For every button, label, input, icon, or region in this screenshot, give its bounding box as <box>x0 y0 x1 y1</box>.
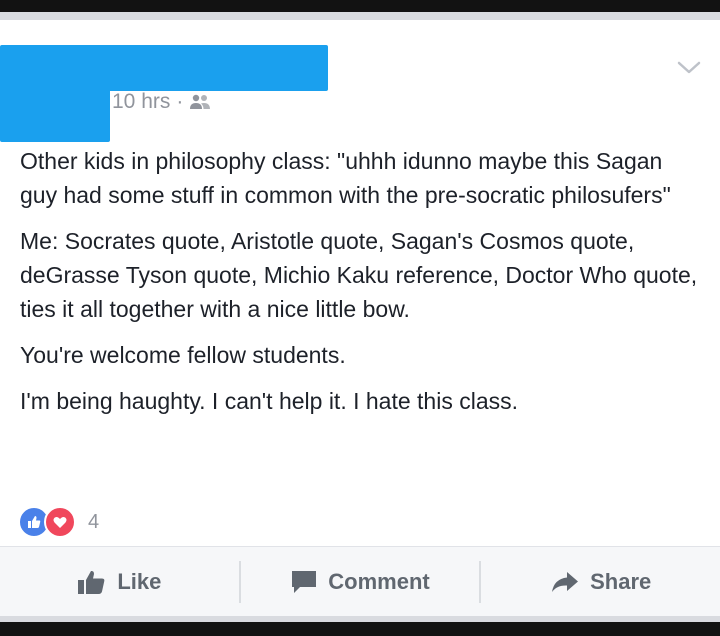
post-card: 10 hrs · Other kids in philosophy class:… <box>0 20 720 546</box>
friends-icon[interactable] <box>189 93 211 111</box>
share-arrow-icon <box>552 572 579 592</box>
love-reaction-icon <box>44 506 76 538</box>
redacted-avatar <box>0 82 110 142</box>
post-paragraph-3: You're welcome fellow students. <box>20 342 346 368</box>
like-button[interactable]: Like <box>0 547 239 617</box>
post-text: Other kids in philosophy class: "uhhh id… <box>20 144 700 430</box>
post-timestamp[interactable]: 10 hrs <box>112 90 170 114</box>
comment-label: Comment <box>328 569 430 594</box>
reaction-summary[interactable]: 4 <box>18 506 99 538</box>
comment-icon <box>292 571 317 593</box>
thumbs-up-icon <box>78 570 105 594</box>
reaction-count[interactable]: 4 <box>88 511 99 534</box>
post-meta: 10 hrs · <box>112 89 211 115</box>
meta-separator: · <box>176 90 184 113</box>
post-action-bar: Like Comment Share <box>0 546 720 617</box>
like-label: Like <box>117 569 162 594</box>
bottom-edge <box>0 616 720 622</box>
post-paragraph-1: Other kids in philosophy class: "uhhh id… <box>20 148 671 208</box>
top-edge <box>0 12 720 20</box>
comment-button[interactable]: Comment <box>241 547 480 617</box>
post-paragraph-2: Me: Socrates quote, Aristotle quote, Sag… <box>20 228 698 322</box>
post-paragraph-4: I'm being haughty. I can't help it. I ha… <box>20 388 519 414</box>
screenshot-frame: 10 hrs · Other kids in philosophy class:… <box>0 0 720 636</box>
share-button[interactable]: Share <box>481 547 720 617</box>
chevron-down-icon[interactable] <box>676 56 702 78</box>
share-label: Share <box>590 569 652 594</box>
